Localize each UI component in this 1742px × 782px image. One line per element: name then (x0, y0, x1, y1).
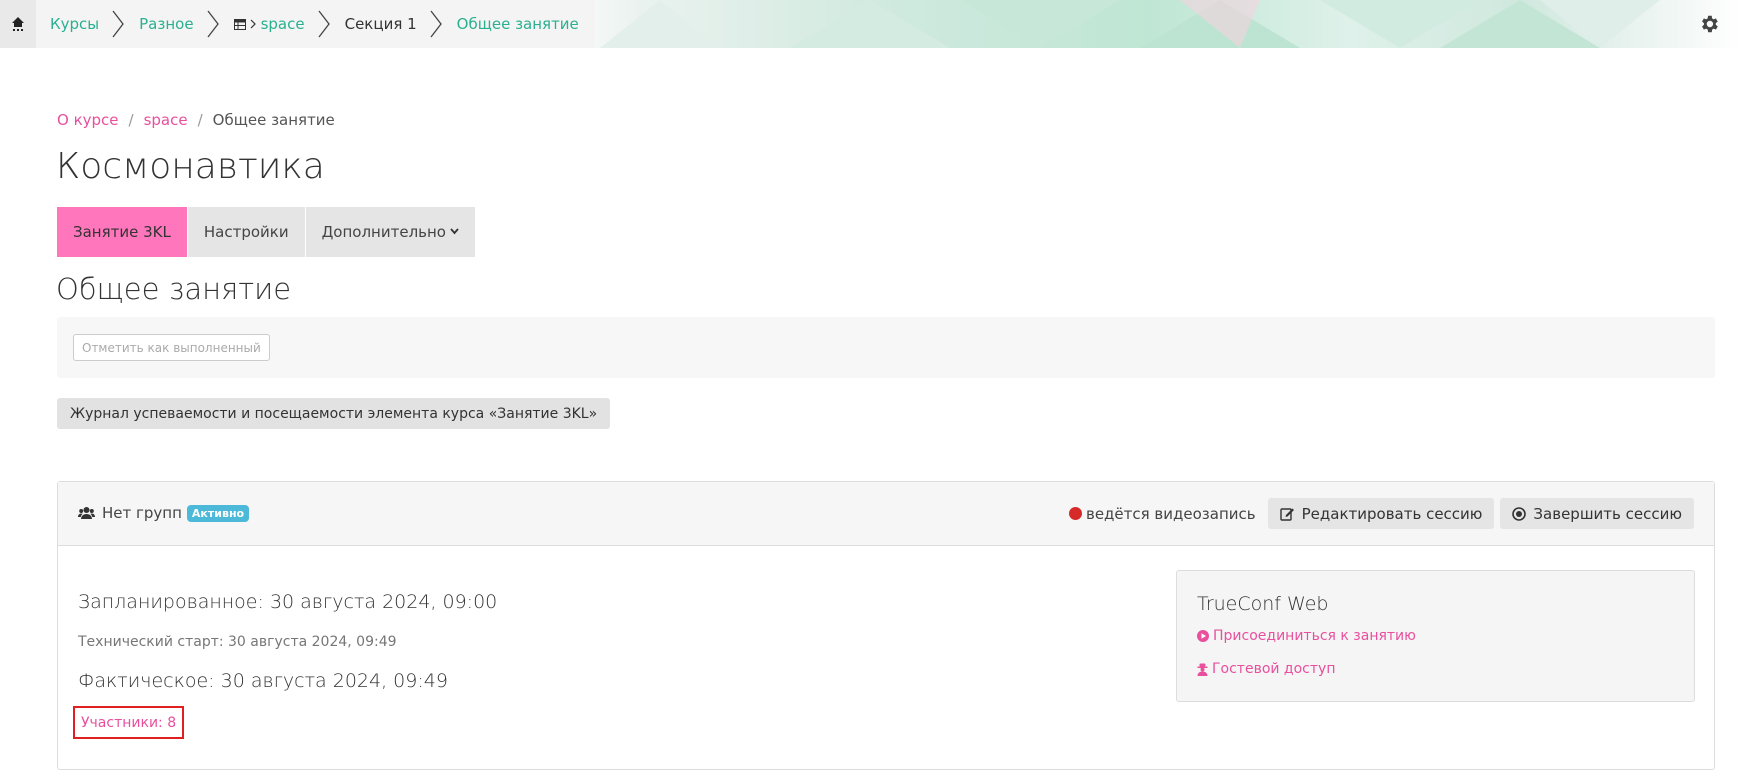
edit-icon (1279, 507, 1294, 521)
home-icon[interactable] (0, 0, 36, 48)
chevron-right-small-icon (250, 19, 256, 29)
crumb-section[interactable]: Секция 1 (331, 0, 443, 48)
journal-button[interactable]: Журнал успеваемости и посещаемости элеме… (57, 398, 611, 429)
groups-label: Нет групп (102, 504, 182, 522)
stop-circle-icon (1512, 506, 1527, 521)
join-lesson-link[interactable]: Присоединиться к занятию (1197, 628, 1416, 644)
tab-lesson-3kl[interactable]: Занятие 3KL (57, 207, 188, 257)
user-secret-icon (1197, 663, 1208, 676)
session-card-header: Нет групп Активно ведётся видеозапись Ре… (58, 482, 1714, 546)
groups-info: Нет групп Активно (78, 504, 250, 522)
breadcrumb-space[interactable]: space (144, 111, 188, 129)
breadcrumb-about-course[interactable]: О курсе (57, 111, 119, 129)
participants-link[interactable]: Участники: 8 (73, 706, 185, 739)
recording-label: ведётся видеозапись (1085, 504, 1256, 523)
top-breadcrumb: Курсы Разное space Секция 1 Общее заняти… (0, 0, 595, 48)
crumb-general-lesson[interactable]: Общее занятие (443, 0, 579, 48)
tab-settings[interactable]: Настройки (187, 207, 306, 257)
crumb-misc[interactable]: Разное (125, 0, 219, 48)
page-title: Космонавтика (56, 146, 325, 187)
table-icon (233, 18, 246, 30)
breadcrumb: О курсе / space / Общее занятие (57, 111, 335, 129)
status-badge: Активно (186, 504, 250, 522)
edit-session-button[interactable]: Редактировать сессию (1267, 498, 1495, 529)
users-icon (78, 506, 95, 520)
activity-title: Общее занятие (56, 272, 292, 306)
tab-bar: Занятие 3KL Настройки Дополнительно (57, 207, 476, 257)
chevron-right-icon (111, 9, 125, 39)
play-circle-icon (1197, 630, 1209, 642)
technical-start: Технический старт: 30 августа 2024, 09:4… (78, 634, 397, 650)
mark-complete-button[interactable]: Отметить как выполненный (73, 334, 270, 361)
gear-icon[interactable] (1698, 13, 1720, 39)
trueconf-title: TrueConf Web (1197, 593, 1329, 615)
breadcrumb-separator: / (128, 111, 134, 129)
chevron-right-icon (317, 9, 331, 39)
end-session-button[interactable]: Завершить сессию (1500, 498, 1694, 529)
crumb-space[interactable]: space (220, 0, 331, 48)
guest-access-link[interactable]: Гостевой доступ (1197, 661, 1335, 677)
planned-time: Запланированное: 30 августа 2024, 09:00 (78, 591, 498, 613)
recording-indicator: ведётся видеозапись (1068, 504, 1256, 523)
chevron-down-icon (450, 227, 459, 238)
top-navbar: Курсы Разное space Секция 1 Общее заняти… (0, 0, 1742, 48)
breadcrumb-current: Общее занятие (212, 111, 335, 129)
crumb-courses[interactable]: Курсы (36, 0, 125, 48)
completion-panel: Отметить как выполненный (57, 317, 1715, 378)
breadcrumb-separator: / (197, 111, 203, 129)
trueconf-panel: TrueConf Web Присоединиться к занятию Го… (1176, 570, 1695, 702)
session-card: Нет групп Активно ведётся видеозапись Ре… (57, 481, 1715, 770)
session-actions: ведётся видеозапись Редактировать сессию… (1068, 498, 1694, 529)
record-dot-icon (1068, 507, 1082, 520)
tab-more[interactable]: Дополнительно (305, 207, 476, 257)
chevron-right-icon (206, 9, 220, 39)
actual-time: Фактическое: 30 августа 2024, 09:49 (78, 670, 448, 692)
chevron-right-icon (429, 9, 443, 39)
header-pattern (600, 0, 1660, 48)
